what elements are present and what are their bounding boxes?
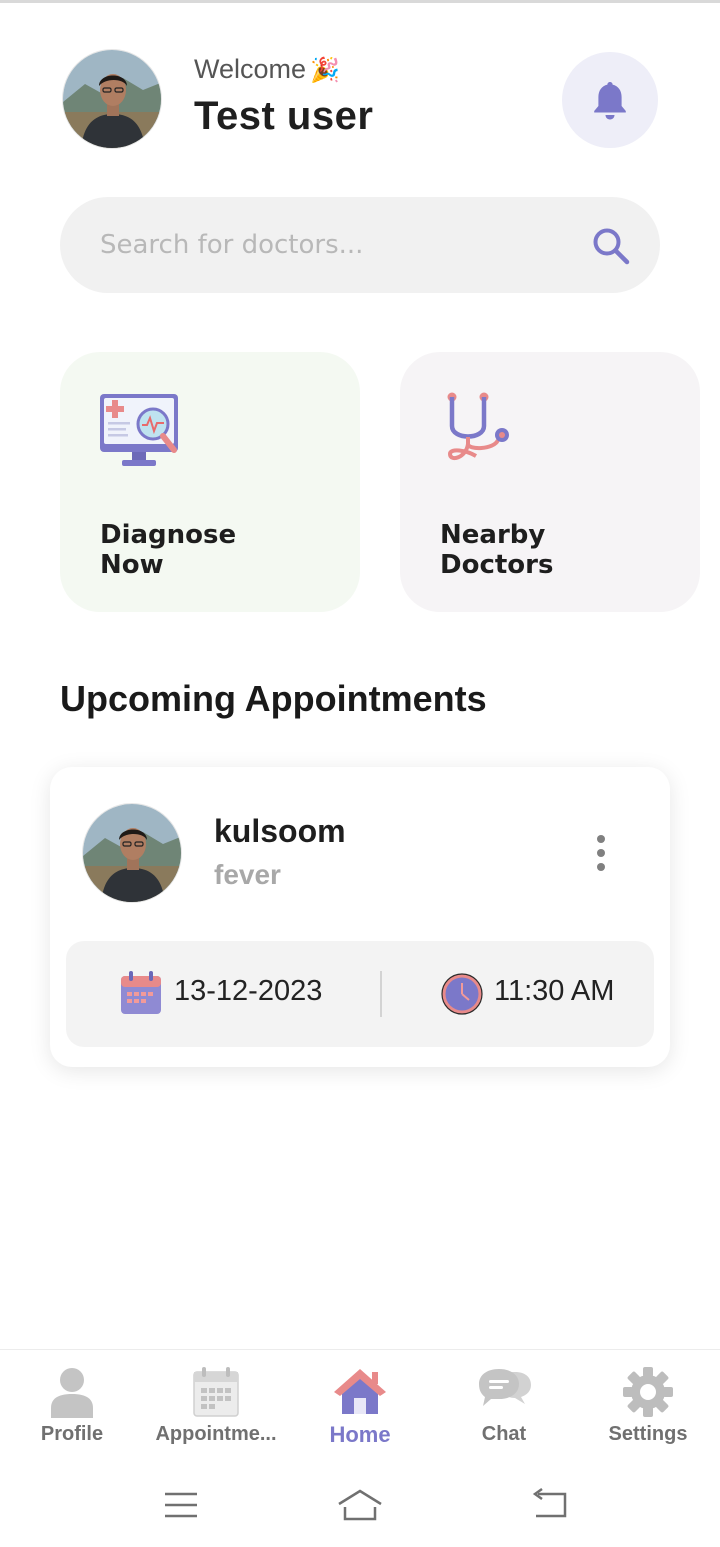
doctor-name: kulsoom (214, 813, 346, 849)
system-navigation-bar (0, 1460, 720, 1547)
person-icon (51, 1368, 93, 1418)
system-home-icon[interactable] (336, 1482, 384, 1528)
appointment-card[interactable]: kulsoom fever 13-12-2023 11:30 AM (50, 767, 670, 1067)
nav-profile-label: Profile (40, 1423, 104, 1445)
top-status-line (0, 0, 720, 3)
back-icon[interactable] (530, 1482, 570, 1528)
appointment-date: 13-12-2023 (174, 975, 323, 1007)
calendar-icon (193, 1367, 239, 1417)
appointment-info-bar: 13-12-2023 11:30 AM (66, 941, 654, 1047)
search-bar[interactable] (60, 197, 660, 293)
stethoscope-icon (447, 392, 509, 461)
nav-home[interactable]: Home (288, 1350, 432, 1460)
bottom-navigation: Profile Appointme... Home Chat Settings (0, 1349, 720, 1459)
info-divider (380, 971, 382, 1017)
monitor-diagnosis-icon (100, 394, 178, 466)
more-options-button[interactable] (586, 833, 616, 873)
more-options-dot (597, 849, 605, 857)
search-icon[interactable] (590, 225, 632, 267)
welcome-label: Welcome (194, 54, 307, 84)
gear-icon (623, 1367, 673, 1417)
diagnose-now-card[interactable]: Diagnose Now (60, 352, 360, 612)
nav-profile[interactable]: Profile (0, 1350, 144, 1460)
calendar-icon (121, 971, 161, 1014)
house-icon (334, 1369, 386, 1414)
upcoming-appointments-title: Upcoming Appointments (60, 678, 487, 719)
doctor-avatar (82, 803, 182, 903)
search-input[interactable] (100, 219, 580, 271)
clock-icon (441, 973, 483, 1015)
nav-chat[interactable]: Chat (432, 1350, 576, 1460)
chat-bubbles-icon (479, 1369, 531, 1406)
recent-apps-icon[interactable] (162, 1482, 200, 1528)
notifications-button[interactable] (562, 52, 658, 148)
nav-appointments-label: Appointme... (155, 1423, 277, 1445)
nav-home-label: Home (329, 1422, 391, 1447)
avatar-photo (83, 804, 181, 902)
avatar-photo (63, 50, 161, 148)
nearby-doctors-label: Nearby Doctors (440, 520, 554, 580)
nav-appointments[interactable]: Appointme... (144, 1350, 288, 1460)
diagnose-now-label: Diagnose Now (100, 520, 237, 580)
welcome-text: Welcome 🎉 (194, 54, 340, 85)
user-avatar[interactable] (62, 49, 162, 149)
username: Test user (194, 94, 374, 138)
more-options-dot (597, 863, 605, 871)
appointment-reason: fever (214, 859, 281, 890)
nav-settings[interactable]: Settings (576, 1350, 720, 1460)
appointment-time: 11:30 AM (494, 975, 615, 1007)
nav-settings-label: Settings (608, 1423, 688, 1445)
party-popper-icon: 🎉 (310, 57, 340, 84)
nearby-doctors-card[interactable]: Nearby Doctors (400, 352, 700, 612)
bell-icon (594, 82, 626, 120)
more-options-icon (597, 835, 605, 843)
nav-chat-label: Chat (481, 1423, 527, 1445)
